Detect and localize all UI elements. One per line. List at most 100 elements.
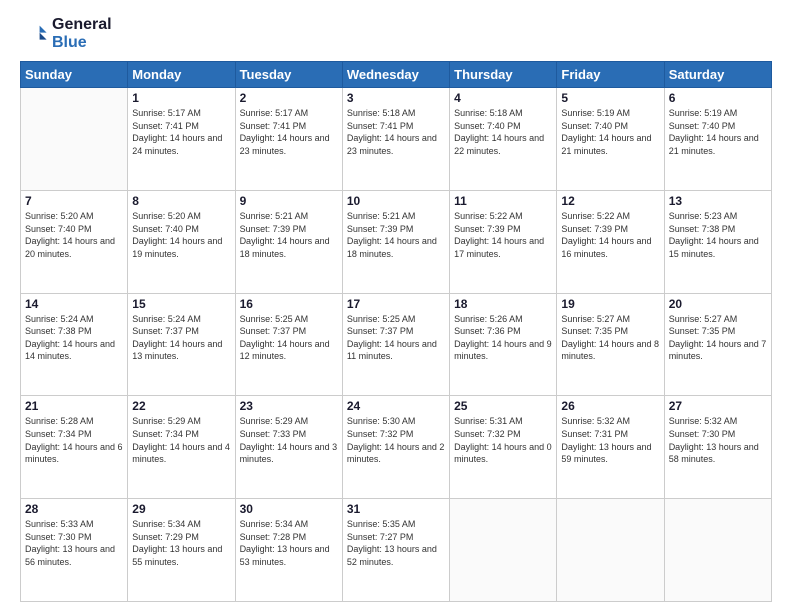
- day-number: 15: [132, 297, 230, 311]
- day-number: 24: [347, 399, 445, 413]
- col-sunday: Sunday: [21, 62, 128, 88]
- day-info: Sunrise: 5:33 AM Sunset: 7:30 PM Dayligh…: [25, 518, 123, 568]
- day-number: 27: [669, 399, 767, 413]
- day-number: 20: [669, 297, 767, 311]
- table-row: 4Sunrise: 5:18 AM Sunset: 7:40 PM Daylig…: [450, 88, 557, 191]
- table-row: 27 Sunrise: 5:32 AM Sunset: 7:30 PM Dayli…: [664, 396, 771, 499]
- table-row: 10 Sunrise: 5:21 AM Sunset: 7:39 PM Dayli…: [342, 190, 449, 293]
- table-row: 12 Sunrise: 5:22 AM Sunset: 7:39 PM Dayli…: [557, 190, 664, 293]
- day-number: 8: [132, 194, 230, 208]
- day-number: 5: [561, 91, 659, 105]
- day-info: Sunrise: 5:29 AM Sunset: 7:34 PM Dayligh…: [132, 415, 230, 465]
- header: General Blue: [20, 16, 772, 51]
- day-info: Sunrise: 5:30 AM Sunset: 7:32 PM Dayligh…: [347, 415, 445, 465]
- table-row: 11 Sunrise: 5:22 AM Sunset: 7:39 PM Dayli…: [450, 190, 557, 293]
- table-row: 3 Sunrise: 5:18 AM Sunset: 7:41 PM Daylig…: [342, 88, 449, 191]
- day-number: 26: [561, 399, 659, 413]
- calendar-week-row: 1 Sunrise: 5:17 AM Sunset: 7:41 PM Daylig…: [21, 88, 772, 191]
- day-number: 29: [132, 502, 230, 516]
- table-row: [21, 88, 128, 191]
- day-number: 17: [347, 297, 445, 311]
- table-row: 8 Sunrise: 5:20 AM Sunset: 7:40 PM Daylig…: [128, 190, 235, 293]
- calendar-table: Sunday Monday Tuesday Wednesday Thursday…: [20, 61, 772, 602]
- day-number: 2: [240, 91, 338, 105]
- day-info: Sunrise: 5:20 AM Sunset: 7:40 PM Dayligh…: [25, 210, 123, 260]
- calendar-week-row: 21Sunrise: 5:28 AM Sunset: 7:34 PM Dayli…: [21, 396, 772, 499]
- day-info: Sunrise: 5:32 AM Sunset: 7:31 PM Dayligh…: [561, 415, 659, 465]
- day-number: 18: [454, 297, 552, 311]
- table-row: 14 Sunrise: 5:24 AM Sunset: 7:38 PM Dayli…: [21, 293, 128, 396]
- table-row: 20 Sunrise: 5:27 AM Sunset: 7:35 PM Dayli…: [664, 293, 771, 396]
- table-row: 17Sunrise: 5:25 AM Sunset: 7:37 PM Dayli…: [342, 293, 449, 396]
- day-info: Sunrise: 5:26 AM Sunset: 7:36 PM Dayligh…: [454, 313, 552, 363]
- logo-icon: [20, 20, 48, 48]
- table-row: 23 Sunrise: 5:29 AM Sunset: 7:33 PM Dayli…: [235, 396, 342, 499]
- calendar-week-row: 14 Sunrise: 5:24 AM Sunset: 7:38 PM Dayli…: [21, 293, 772, 396]
- day-info: Sunrise: 5:27 AM Sunset: 7:35 PM Dayligh…: [669, 313, 767, 363]
- table-row: 18 Sunrise: 5:26 AM Sunset: 7:36 PM Dayli…: [450, 293, 557, 396]
- day-number: 14: [25, 297, 123, 311]
- day-info: Sunrise: 5:24 AM Sunset: 7:37 PM Dayligh…: [132, 313, 230, 363]
- day-info: Sunrise: 5:18 AM Sunset: 7:41 PM Dayligh…: [347, 107, 445, 157]
- table-row: 24 Sunrise: 5:30 AM Sunset: 7:32 PM Dayli…: [342, 396, 449, 499]
- day-info: Sunrise: 5:23 AM Sunset: 7:38 PM Dayligh…: [669, 210, 767, 260]
- table-row: 9Sunrise: 5:21 AM Sunset: 7:39 PM Daylig…: [235, 190, 342, 293]
- day-number: 31: [347, 502, 445, 516]
- day-info: Sunrise: 5:17 AM Sunset: 7:41 PM Dayligh…: [132, 107, 230, 157]
- day-info: Sunrise: 5:29 AM Sunset: 7:33 PM Dayligh…: [240, 415, 338, 465]
- day-number: 12: [561, 194, 659, 208]
- day-number: 3: [347, 91, 445, 105]
- table-row: 7 Sunrise: 5:20 AM Sunset: 7:40 PM Daylig…: [21, 190, 128, 293]
- day-number: 19: [561, 297, 659, 311]
- day-info: Sunrise: 5:25 AM Sunset: 7:37 PM Dayligh…: [240, 313, 338, 363]
- table-row: 13 Sunrise: 5:23 AM Sunset: 7:38 PM Dayli…: [664, 190, 771, 293]
- table-row: 30 Sunrise: 5:34 AM Sunset: 7:28 PM Dayli…: [235, 499, 342, 602]
- calendar-week-row: 28 Sunrise: 5:33 AM Sunset: 7:30 PM Dayli…: [21, 499, 772, 602]
- day-number: 16: [240, 297, 338, 311]
- day-info: Sunrise: 5:32 AM Sunset: 7:30 PM Dayligh…: [669, 415, 767, 465]
- table-row: [664, 499, 771, 602]
- day-number: 10: [347, 194, 445, 208]
- day-info: Sunrise: 5:22 AM Sunset: 7:39 PM Dayligh…: [454, 210, 552, 260]
- day-info: Sunrise: 5:24 AM Sunset: 7:38 PM Dayligh…: [25, 313, 123, 363]
- table-row: [557, 499, 664, 602]
- table-row: 22 Sunrise: 5:29 AM Sunset: 7:34 PM Dayli…: [128, 396, 235, 499]
- day-info: Sunrise: 5:19 AM Sunset: 7:40 PM Dayligh…: [561, 107, 659, 157]
- day-number: 7: [25, 194, 123, 208]
- table-row: 19 Sunrise: 5:27 AM Sunset: 7:35 PM Dayli…: [557, 293, 664, 396]
- day-info: Sunrise: 5:35 AM Sunset: 7:27 PM Dayligh…: [347, 518, 445, 568]
- table-row: 21Sunrise: 5:28 AM Sunset: 7:34 PM Dayli…: [21, 396, 128, 499]
- col-monday: Monday: [128, 62, 235, 88]
- day-info: Sunrise: 5:20 AM Sunset: 7:40 PM Dayligh…: [132, 210, 230, 260]
- table-row: 2 Sunrise: 5:17 AM Sunset: 7:41 PM Daylig…: [235, 88, 342, 191]
- day-number: 1: [132, 91, 230, 105]
- day-number: 6: [669, 91, 767, 105]
- logo: General Blue: [20, 16, 112, 51]
- table-row: 15 Sunrise: 5:24 AM Sunset: 7:37 PM Dayli…: [128, 293, 235, 396]
- day-info: Sunrise: 5:21 AM Sunset: 7:39 PM Dayligh…: [347, 210, 445, 260]
- table-row: 16 Sunrise: 5:25 AM Sunset: 7:37 PM Dayli…: [235, 293, 342, 396]
- day-number: 22: [132, 399, 230, 413]
- day-info: Sunrise: 5:18 AM Sunset: 7:40 PM Dayligh…: [454, 107, 552, 157]
- calendar-header-row: Sunday Monday Tuesday Wednesday Thursday…: [21, 62, 772, 88]
- page: General Blue Sunday Monday Tuesday Wedne…: [0, 0, 792, 612]
- day-number: 28: [25, 502, 123, 516]
- day-info: Sunrise: 5:27 AM Sunset: 7:35 PM Dayligh…: [561, 313, 659, 363]
- day-number: 9: [240, 194, 338, 208]
- day-number: 11: [454, 194, 552, 208]
- table-row: 6 Sunrise: 5:19 AM Sunset: 7:40 PM Daylig…: [664, 88, 771, 191]
- day-number: 25: [454, 399, 552, 413]
- day-number: 13: [669, 194, 767, 208]
- day-info: Sunrise: 5:22 AM Sunset: 7:39 PM Dayligh…: [561, 210, 659, 260]
- day-number: 23: [240, 399, 338, 413]
- col-tuesday: Tuesday: [235, 62, 342, 88]
- day-info: Sunrise: 5:19 AM Sunset: 7:40 PM Dayligh…: [669, 107, 767, 157]
- table-row: 28 Sunrise: 5:33 AM Sunset: 7:30 PM Dayli…: [21, 499, 128, 602]
- day-number: 21: [25, 399, 123, 413]
- day-info: Sunrise: 5:17 AM Sunset: 7:41 PM Dayligh…: [240, 107, 338, 157]
- day-number: 30: [240, 502, 338, 516]
- col-wednesday: Wednesday: [342, 62, 449, 88]
- day-info: Sunrise: 5:34 AM Sunset: 7:28 PM Dayligh…: [240, 518, 338, 568]
- table-row: 5 Sunrise: 5:19 AM Sunset: 7:40 PM Daylig…: [557, 88, 664, 191]
- table-row: [450, 499, 557, 602]
